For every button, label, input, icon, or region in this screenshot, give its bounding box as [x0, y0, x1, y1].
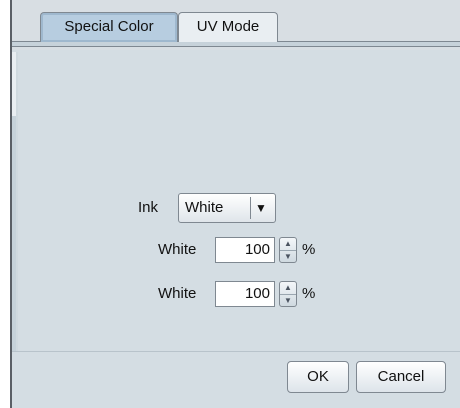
white-value-input-1[interactable]: 100	[215, 237, 275, 263]
ok-button[interactable]: OK	[287, 361, 349, 393]
tab-special-color[interactable]: Special Color	[40, 12, 178, 42]
panel-left-border	[16, 52, 18, 352]
white-spinner-2[interactable]: ▲ ▼	[279, 281, 297, 307]
special-color-form: Ink White ▼ White 100 ▲ ▼ % White 100 ▲ …	[12, 52, 460, 352]
special-color-panel: Ink White ▼ White 100 ▲ ▼ % White 100 ▲ …	[12, 52, 460, 352]
percent-unit-1: %	[302, 241, 316, 258]
white-spinner-1[interactable]: ▲ ▼	[279, 237, 297, 263]
chevron-down-icon[interactable]: ▼	[250, 197, 271, 219]
ink-label: Ink	[138, 199, 159, 216]
chevron-up-icon[interactable]: ▲	[280, 282, 296, 294]
tab-uv-mode[interactable]: UV Mode	[178, 12, 278, 42]
percent-unit-2: %	[302, 285, 316, 302]
ink-select[interactable]: White ▼	[178, 193, 276, 223]
chevron-down-icon[interactable]: ▼	[280, 250, 296, 263]
ink-select-value: White	[185, 199, 224, 216]
chevron-down-icon[interactable]: ▼	[280, 294, 296, 307]
tab-strip: Special Color UV Mode	[12, 0, 460, 50]
white-value-input-2[interactable]: 100	[215, 281, 275, 307]
panel-edge-strip	[12, 116, 16, 352]
special-color-dialog: Special Color UV Mode Ink White ▼ White …	[12, 0, 460, 408]
white-label-2: White	[158, 285, 197, 302]
white-label-1: White	[158, 241, 197, 258]
cancel-button[interactable]: Cancel	[356, 361, 446, 393]
chevron-up-icon[interactable]: ▲	[280, 238, 296, 250]
